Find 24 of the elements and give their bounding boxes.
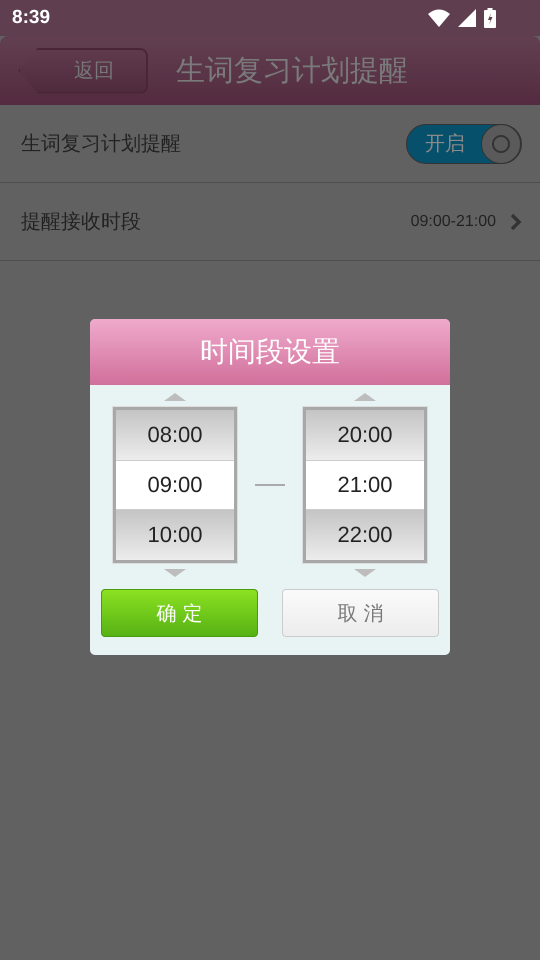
time-option[interactable]: 10:00 [116, 510, 234, 560]
down-arrow-icon[interactable] [354, 569, 376, 577]
up-arrow-icon[interactable] [354, 393, 376, 401]
time-option[interactable]: 09:00 [116, 460, 234, 510]
page-title: 生词复习计划提醒 [176, 52, 408, 88]
signal-icon [458, 9, 476, 27]
time-picker-wheel[interactable]: 20:00 21:00 22:00 [303, 407, 427, 563]
battery-icon [484, 8, 496, 28]
setting-label: 生词复习计划提醒 [21, 130, 181, 157]
setting-value: 09:00-21:00 [410, 212, 496, 230]
cancel-button[interactable]: 取 消 [282, 589, 439, 637]
setting-label: 提醒接收时段 [21, 208, 141, 235]
chevron-right-icon [510, 212, 522, 230]
time-picker-wheel[interactable]: 08:00 09:00 10:00 [113, 407, 237, 563]
time-option[interactable]: 08:00 [116, 410, 234, 460]
dialog-title: 时间段设置 [200, 334, 340, 370]
up-arrow-icon[interactable] [164, 393, 186, 401]
down-arrow-icon[interactable] [164, 569, 186, 577]
range-dash [255, 484, 285, 486]
time-option[interactable]: 20:00 [306, 410, 424, 460]
wifi-icon [428, 9, 450, 27]
status-time: 8:39 [12, 7, 50, 29]
time-option[interactable]: 21:00 [306, 460, 424, 510]
time-option[interactable]: 22:00 [306, 510, 424, 560]
